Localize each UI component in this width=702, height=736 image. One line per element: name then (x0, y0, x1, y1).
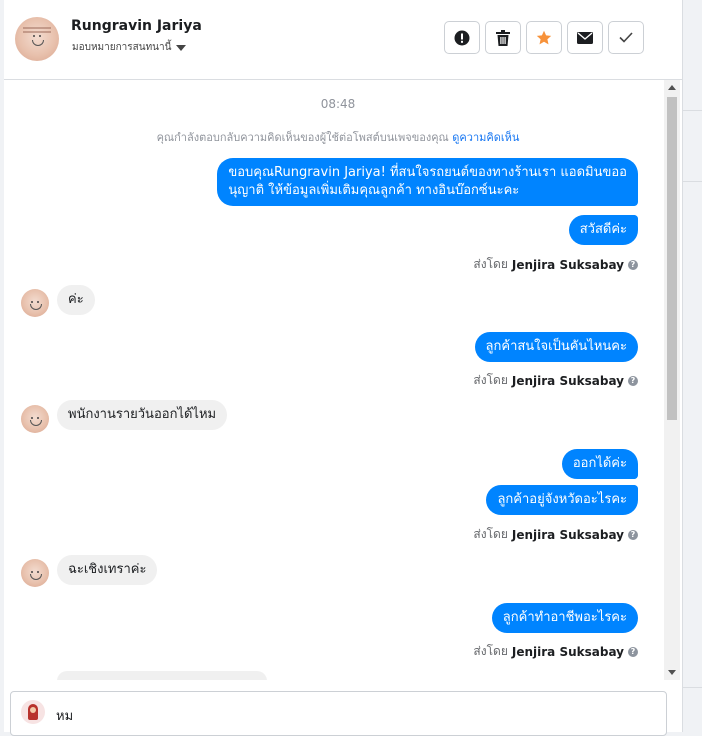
outgoing-message: ลูกค้าสนใจเป็นคันไหนคะ (474, 332, 638, 362)
message-thread[interactable]: 08:48 คุณกำลังตอบกลับความคิดเห็นของผู้ใช… (4, 80, 682, 680)
trash-icon (496, 29, 510, 46)
help-icon[interactable]: ? (628, 259, 638, 270)
conversation-actions (444, 21, 644, 54)
outgoing-message: ขอบคุณRungravin Jariya! ที่สนใจรถยนต์ของ… (217, 158, 638, 206)
sender-name: Jenjira Suksabay (511, 527, 624, 542)
message-line: ขอบคุณRungravin Jariya! ที่สนใจรถยนต์ของ… (228, 165, 627, 180)
thread-scrollbar[interactable] (664, 80, 680, 680)
scroll-down-arrow-icon[interactable] (668, 670, 676, 675)
help-icon[interactable]: ? (628, 529, 638, 540)
right-side-strip (683, 0, 702, 732)
outgoing-message: ออกได้ค่ะ (561, 449, 638, 479)
contact-avatar[interactable] (15, 17, 59, 61)
view-comment-link[interactable]: ดูความคิดเห็น (452, 131, 519, 144)
outgoing-message: สวัสดีค่ะ (568, 215, 638, 245)
composer-input[interactable]: หม (56, 705, 73, 726)
mark-spam-button[interactable] (444, 21, 480, 54)
delete-button[interactable] (485, 21, 521, 54)
sender-name: Jenjira Suksabay (511, 644, 624, 659)
incoming-message: พนักงานรายวันออกได้ไหม (57, 400, 228, 430)
incoming-message: ฉะเชิงเทราค่ะ (57, 555, 158, 585)
conversation-panel: Rungravin Jariya มอบหมายการสนทนานี้ 08:4 (4, 0, 683, 732)
sender-name: Jenjira Suksabay (511, 373, 624, 388)
assign-label: มอบหมายการสนทนานี้ (72, 42, 172, 53)
contact-name[interactable]: Rungravin Jariya (71, 18, 202, 34)
conversation-header: Rungravin Jariya มอบหมายการสนทนานี้ (4, 0, 682, 80)
sent-by-label: ส่งโดย Jenjira Suksabay ? (473, 255, 638, 274)
mark-unread-button[interactable] (567, 21, 603, 54)
scroll-up-arrow-icon[interactable] (668, 85, 676, 90)
message-composer[interactable]: หม (10, 691, 667, 736)
message-line: นุญาติ ให้ข้อมูลเพิ่มเติมคุณลูกค้า ทางอิ… (228, 183, 520, 198)
spam-icon (454, 30, 470, 45)
incoming-message: ค่ะ (57, 285, 95, 315)
contact-avatar-small (21, 289, 49, 317)
chevron-down-icon (176, 44, 187, 51)
outgoing-message: ลูกค้าทำอาชีพอะไรคะ (491, 603, 638, 633)
sent-by-label: ส่งโดย Jenjira Suksabay ? (473, 642, 638, 661)
mark-done-button[interactable] (608, 21, 644, 54)
star-icon (536, 30, 552, 44)
contact-avatar-small (21, 405, 49, 433)
scrollbar-thumb[interactable] (667, 97, 677, 420)
agent-avatar (21, 700, 45, 724)
sent-by-label: ส่งโดย Jenjira Suksabay ? (473, 525, 638, 544)
contact-avatar-small (21, 559, 49, 587)
partially-visible-message (57, 671, 267, 680)
help-icon[interactable]: ? (628, 375, 638, 386)
timestamp: 08:48 (320, 97, 356, 111)
help-icon[interactable]: ? (628, 646, 638, 657)
assign-conversation-dropdown[interactable]: มอบหมายการสนทนานี้ (72, 40, 187, 55)
reply-context-notice: คุณกำลังตอบกลับความคิดเห็นของผู้ใช้ต่อโพ… (4, 128, 672, 146)
sender-name: Jenjira Suksabay (511, 257, 624, 272)
notice-text: คุณกำลังตอบกลับความคิดเห็นของผู้ใช้ต่อโพ… (156, 131, 449, 144)
check-icon (619, 32, 633, 43)
star-button[interactable] (526, 21, 562, 54)
outgoing-message: ลูกค้าอยู่จังหวัดอะไรคะ (486, 485, 638, 515)
envelope-icon (577, 31, 593, 44)
sent-by-label: ส่งโดย Jenjira Suksabay ? (473, 371, 638, 390)
